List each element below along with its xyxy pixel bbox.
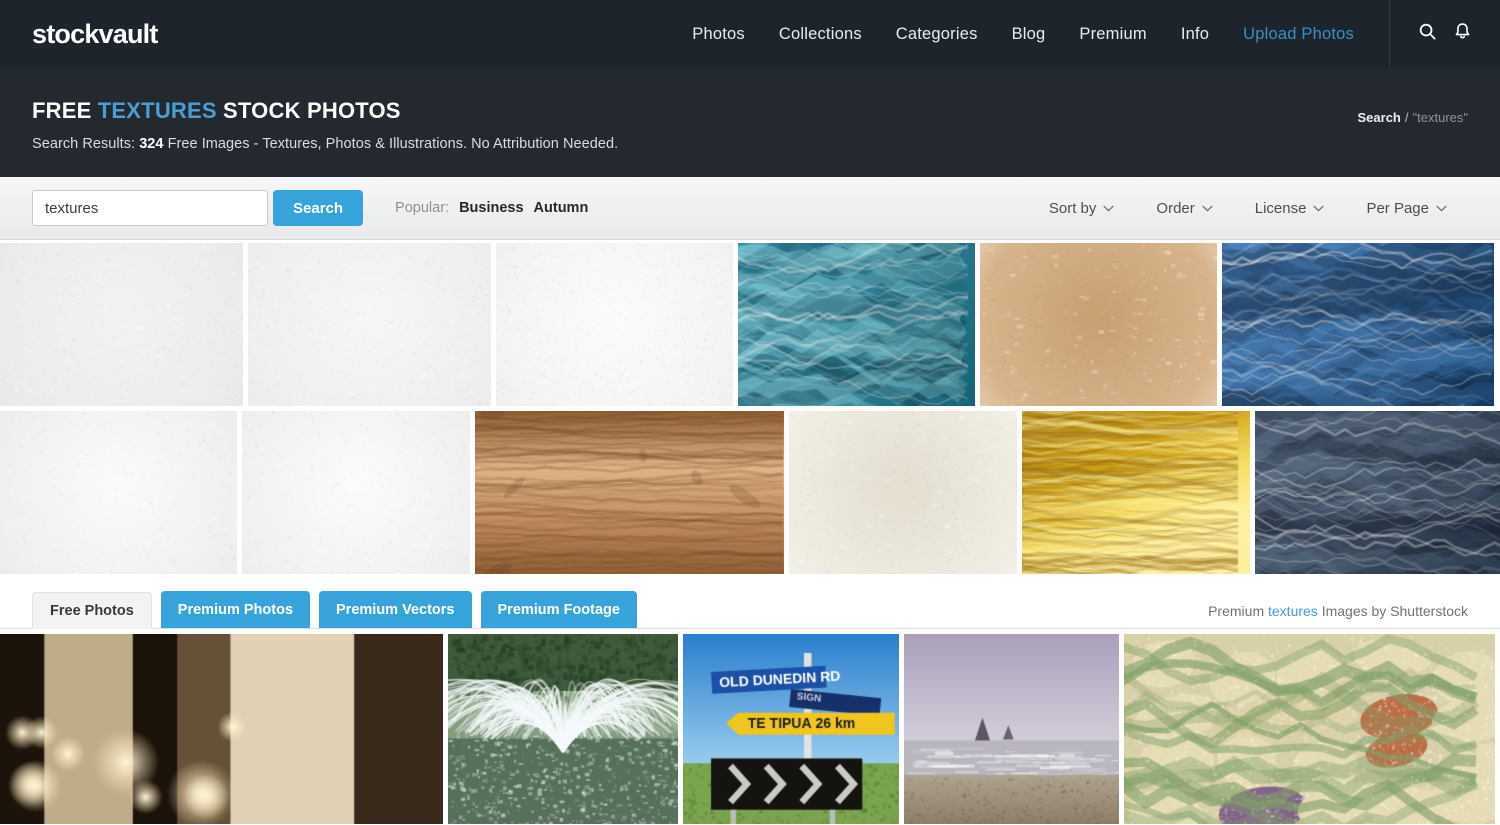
premium-thumbnail-bokeh-blur-photo[interactable]: [0, 634, 443, 824]
tab-premium-footage[interactable]: Premium Footage: [480, 591, 637, 628]
page-title-highlight: TEXTURES: [97, 97, 217, 123]
search-icon[interactable]: [1418, 22, 1437, 46]
dark-navy-texture-image: [1255, 411, 1500, 574]
pale-grey-texture-image: [242, 411, 470, 574]
filter-order[interactable]: Order: [1135, 200, 1233, 217]
results-row-2: [0, 411, 1500, 574]
result-thumbnail-pale-grey-texture[interactable]: [242, 411, 470, 574]
main-navigation: Photos Collections Categories Blog Premi…: [675, 0, 1500, 68]
wood-plank-texture-image: [475, 411, 784, 574]
chevron-down-icon: [1313, 205, 1325, 211]
light-grey-paper-texture-image: [248, 243, 491, 406]
filter-sort-by-label: Sort by: [1048, 199, 1097, 217]
page-title: FREE TEXTURES STOCK PHOTOS: [32, 98, 618, 124]
filter-per-page-label: Per Page: [1366, 199, 1429, 217]
premium-results-row: [0, 634, 1500, 824]
site-logo[interactable]: stockvault: [32, 19, 158, 50]
nav-item-info[interactable]: Info: [1164, 25, 1226, 44]
premium-thumbnail-misty-beach-photo[interactable]: [904, 634, 1119, 824]
result-thumbnail-beige-vintage-paper-texture[interactable]: [980, 243, 1217, 406]
nav-item-upload-photos[interactable]: Upload Photos: [1226, 25, 1371, 44]
bell-icon[interactable]: [1453, 22, 1472, 47]
search-input[interactable]: [32, 190, 268, 226]
result-thumbnail-light-grey-paper-texture[interactable]: [248, 243, 491, 406]
results-count: 324: [139, 135, 164, 152]
result-thumbnail-white-wall-texture[interactable]: [0, 411, 237, 574]
filter-sort-by[interactable]: Sort by: [1028, 200, 1136, 217]
white-wall-texture-image: [0, 411, 237, 574]
premium-thumbnail-road-signs-photo[interactable]: [683, 634, 899, 824]
filter-per-page[interactable]: Per Page: [1345, 200, 1468, 217]
white-concrete-texture-image: [496, 243, 733, 406]
nav-item-categories[interactable]: Categories: [879, 25, 995, 44]
tab-premium-photos[interactable]: Premium Photos: [160, 591, 311, 628]
beige-vintage-paper-texture-image: [980, 243, 1217, 406]
chevron-down-icon: [1103, 205, 1115, 211]
title-band: FREE TEXTURES STOCK PHOTOS Search Result…: [0, 68, 1500, 177]
header-icon-group: [1390, 22, 1500, 47]
premium-thumbnail-stone-wall-texture-photo[interactable]: [1124, 634, 1495, 824]
result-thumbnail-wood-plank-texture[interactable]: [475, 411, 784, 574]
shutterstock-note: Premium textures Images by Shutterstock: [1208, 603, 1468, 628]
results-grid: [0, 240, 1500, 574]
subtitle-prefix: Search Results:: [32, 135, 140, 152]
sprinkler-water-photo-image: [448, 634, 678, 824]
result-thumbnail-cream-canvas-texture[interactable]: [789, 411, 1017, 574]
result-thumbnail-gold-foil-texture[interactable]: [1022, 411, 1250, 574]
note-suffix: Images by Shutterstock: [1317, 603, 1468, 619]
chevron-down-icon: [1202, 205, 1213, 211]
title-block: FREE TEXTURES STOCK PHOTOS Search Result…: [32, 94, 618, 152]
filter-license[interactable]: License: [1234, 200, 1346, 217]
search-button[interactable]: Search: [273, 190, 364, 226]
breadcrumb-separator: /: [1404, 110, 1409, 125]
tab-premium-vectors[interactable]: Premium Vectors: [319, 591, 472, 628]
filter-dropdowns: Sort by Order License Per Page: [1028, 200, 1468, 217]
search-filter-bar: Search Popular: Business Autumn Sort by …: [0, 177, 1500, 240]
popular-tag-autumn[interactable]: Autumn: [534, 200, 589, 216]
teal-marble-texture-image: [738, 243, 975, 406]
results-subtitle: Search Results: 324 Free Images - Textur…: [32, 136, 618, 152]
breadcrumb-current: "textures": [1412, 110, 1468, 125]
stone-wall-texture-photo-image: [1124, 634, 1495, 824]
note-prefix: Premium: [1208, 603, 1268, 619]
cream-canvas-texture-image: [789, 411, 1017, 574]
nav-item-photos[interactable]: Photos: [675, 25, 762, 44]
note-link-textures[interactable]: textures: [1268, 603, 1318, 619]
filter-license-label: License: [1254, 199, 1307, 217]
deep-blue-concrete-texture-image: [1222, 243, 1494, 406]
tab-free-photos[interactable]: Free Photos: [32, 592, 152, 629]
popular-tag-business[interactable]: Business: [459, 200, 523, 216]
breadcrumb: Search / "textures": [1358, 110, 1468, 125]
page-title-suffix: STOCK PHOTOS: [216, 97, 401, 123]
result-thumbnail-dark-navy-texture[interactable]: [1255, 411, 1500, 574]
popular-searches: Popular: Business Autumn: [395, 200, 588, 216]
results-row-1: [0, 243, 1500, 406]
bokeh-blur-photo-image: [0, 634, 443, 824]
result-thumbnail-teal-marble-texture[interactable]: [738, 243, 975, 406]
content-type-tabs: Free Photos Premium Photos Premium Vecto…: [0, 579, 1500, 629]
filter-order-label: Order: [1156, 199, 1195, 217]
nav-item-premium[interactable]: Premium: [1062, 25, 1163, 44]
premium-thumbnail-sprinkler-water-photo[interactable]: [448, 634, 678, 824]
page-title-prefix: FREE: [32, 97, 98, 123]
subtitle-suffix: Free Images - Textures, Photos & Illustr…: [163, 135, 619, 152]
site-header: stockvault Photos Collections Categories…: [0, 0, 1500, 68]
road-signs-photo-image: [683, 634, 899, 824]
nav-item-blog[interactable]: Blog: [995, 25, 1063, 44]
result-thumbnail-white-plaster-texture[interactable]: [0, 243, 243, 406]
gold-foil-texture-image: [1022, 411, 1250, 574]
tab-list: Free Photos Premium Photos Premium Vecto…: [32, 591, 637, 629]
result-thumbnail-white-concrete-texture[interactable]: [496, 243, 733, 406]
nav-item-collections[interactable]: Collections: [762, 25, 879, 44]
misty-beach-photo-image: [904, 634, 1119, 824]
chevron-down-icon: [1436, 205, 1447, 211]
result-thumbnail-deep-blue-concrete-texture[interactable]: [1222, 243, 1494, 406]
popular-label: Popular:: [395, 200, 450, 216]
white-plaster-texture-image: [0, 243, 243, 406]
breadcrumb-root[interactable]: Search: [1358, 110, 1401, 125]
